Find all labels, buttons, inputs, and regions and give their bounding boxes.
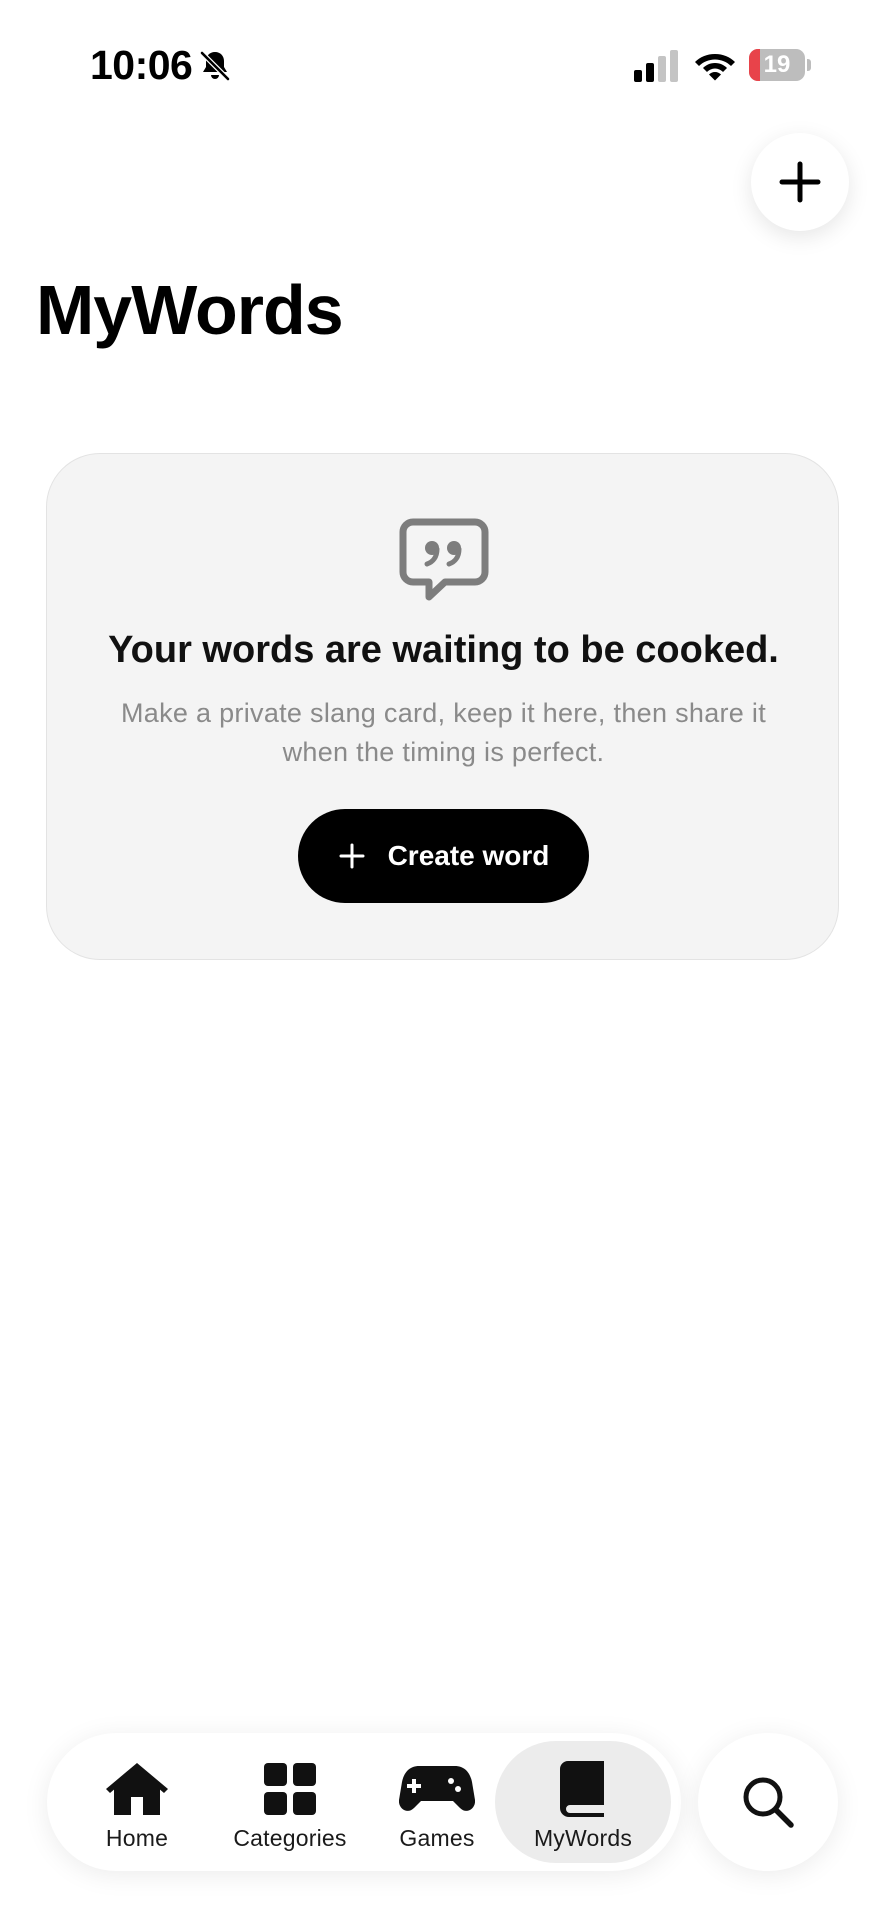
- nav-label-home: Home: [105, 1825, 169, 1851]
- search-button[interactable]: [698, 1733, 838, 1871]
- plus-icon: [779, 161, 821, 203]
- wifi-icon: [695, 54, 735, 81]
- quote-bubble-icon: [399, 518, 489, 601]
- nav-item-games[interactable]: Games: [377, 1741, 497, 1863]
- empty-state-heading: Your words are waiting to be cooked.: [108, 629, 779, 671]
- home-icon: [106, 1763, 168, 1815]
- nav-item-mywords[interactable]: MyWords: [495, 1741, 671, 1863]
- add-word-button[interactable]: [751, 133, 849, 231]
- create-word-button[interactable]: Create word: [298, 809, 589, 903]
- status-time: 10:06: [90, 42, 193, 88]
- signal-icon: [634, 50, 678, 82]
- nav-label-mywords: MyWords: [533, 1825, 633, 1851]
- battery-level: 19: [763, 51, 791, 78]
- bell-slash-icon: [200, 51, 230, 81]
- empty-state-description: Make a private slang card, keep it here,…: [120, 698, 767, 767]
- empty-state-card: Your words are waiting to be cooked. Mak…: [46, 453, 839, 960]
- battery-icon: 19: [749, 49, 811, 81]
- gamepad-icon: [399, 1766, 475, 1811]
- create-word-label: Create word: [387, 840, 550, 871]
- page-title: MyWords: [36, 271, 344, 349]
- plus-icon: [339, 843, 365, 869]
- nav-label-categories: Categories: [233, 1825, 347, 1851]
- bottom-nav: Home Categories Games MyWords: [47, 1733, 681, 1871]
- search-icon: [743, 1777, 794, 1828]
- nav-item-categories[interactable]: Categories: [215, 1741, 365, 1863]
- nav-label-games: Games: [399, 1825, 475, 1851]
- nav-item-home[interactable]: Home: [67, 1741, 207, 1863]
- status-bar: 10:06 19: [0, 0, 885, 120]
- book-icon: [560, 1761, 604, 1817]
- grid-icon: [264, 1763, 316, 1815]
